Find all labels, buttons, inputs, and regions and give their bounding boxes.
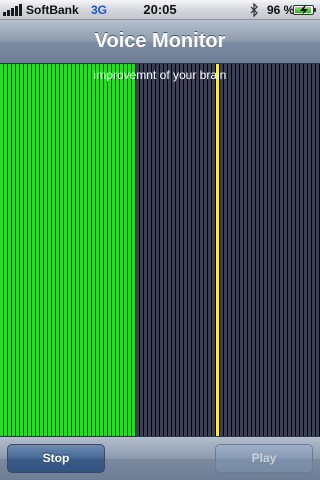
meter-bar: [316, 64, 319, 436]
meter-bar: [8, 64, 11, 436]
meter-bar: [244, 64, 247, 436]
meter-bar: [284, 64, 287, 436]
meter-caption: improvemnt of your brain: [93, 68, 227, 82]
meter-bar: [20, 64, 23, 436]
meter-bar: [208, 64, 211, 436]
meter-bar: [292, 64, 295, 436]
bluetooth-icon: [250, 3, 258, 17]
meter-bar: [124, 64, 127, 436]
meter-bar: [160, 64, 163, 436]
meter-bar: [44, 64, 47, 436]
meter-bar: [12, 64, 15, 436]
meter-bar: [104, 64, 107, 436]
meter-bar: [164, 64, 167, 436]
meter-bar: [96, 64, 99, 436]
meter-bar: [232, 64, 235, 436]
meter-bar: [72, 64, 75, 436]
battery-percent: 96 %: [267, 3, 295, 17]
meter-bar: [184, 64, 187, 436]
meter-bar: [16, 64, 19, 436]
meter-bar: [240, 64, 243, 436]
meter-bar: [48, 64, 51, 436]
meter-bar: [36, 64, 39, 436]
status-bar: SoftBank 3G 20:05 96 %: [0, 0, 320, 20]
meter-bar: [80, 64, 83, 436]
meter-bar: [92, 64, 95, 436]
meter-bar: [260, 64, 263, 436]
meter-bar: [312, 64, 315, 436]
meter-bar: [100, 64, 103, 436]
meter-bar: [32, 64, 35, 436]
meter-bar: [172, 64, 175, 436]
meter-bar: [256, 64, 259, 436]
meter-bar: [252, 64, 255, 436]
meter-bar: [296, 64, 299, 436]
meter-bar: [28, 64, 31, 436]
meter-bar: [268, 64, 271, 436]
meter-bar: [108, 64, 111, 436]
meter-bar: [156, 64, 159, 436]
voice-level-meter: improvemnt of your brain: [0, 64, 320, 436]
meter-bar: [40, 64, 43, 436]
meter-bar: [204, 64, 207, 436]
meter-bar: [52, 64, 55, 436]
meter-bar: [300, 64, 303, 436]
meter-bar: [84, 64, 87, 436]
meter-bar: [24, 64, 27, 436]
meter-bar: [228, 64, 231, 436]
play-button[interactable]: Play: [215, 444, 313, 473]
meter-peak-bar: [216, 64, 219, 436]
bottom-toolbar: Stop Play: [0, 436, 320, 480]
page-title: Voice Monitor: [94, 30, 226, 52]
meter-bar: [180, 64, 183, 436]
meter-bar: [132, 64, 135, 436]
meter-bar: [280, 64, 283, 436]
meter-bar: [128, 64, 131, 436]
meter-bar: [112, 64, 115, 436]
meter-bar: [308, 64, 311, 436]
meter-bar: [176, 64, 179, 436]
meter-bar: [192, 64, 195, 436]
meter-bar: [168, 64, 171, 436]
meter-bar: [152, 64, 155, 436]
meter-bar: [116, 64, 119, 436]
meter-bar: [4, 64, 7, 436]
meter-bar: [264, 64, 267, 436]
meter-bar: [140, 64, 143, 436]
meter-bar: [196, 64, 199, 436]
meter-bar: [76, 64, 79, 436]
charging-bolt-icon: [300, 5, 308, 15]
meter-bar: [60, 64, 63, 436]
meter-bar: [200, 64, 203, 436]
meter-bar: [304, 64, 307, 436]
meter-bars: [0, 64, 320, 436]
meter-bar: [144, 64, 147, 436]
meter-bar: [136, 64, 139, 436]
meter-bar: [68, 64, 71, 436]
battery-tip: [314, 8, 316, 12]
meter-bar: [120, 64, 123, 436]
meter-bar: [0, 64, 3, 436]
meter-bar: [148, 64, 151, 436]
meter-bar: [220, 64, 223, 436]
meter-bar: [56, 64, 59, 436]
meter-bar: [188, 64, 191, 436]
meter-bar: [288, 64, 291, 436]
meter-bar: [88, 64, 91, 436]
meter-bar: [248, 64, 251, 436]
app-screen: SoftBank 3G 20:05 96 % Voice Monitor imp…: [0, 0, 320, 480]
navigation-bar: Voice Monitor: [0, 20, 320, 64]
meter-bar: [224, 64, 227, 436]
meter-bar: [64, 64, 67, 436]
meter-bar: [236, 64, 239, 436]
meter-bar: [212, 64, 215, 436]
stop-button[interactable]: Stop: [7, 444, 105, 473]
meter-bar: [272, 64, 275, 436]
meter-bar: [276, 64, 279, 436]
